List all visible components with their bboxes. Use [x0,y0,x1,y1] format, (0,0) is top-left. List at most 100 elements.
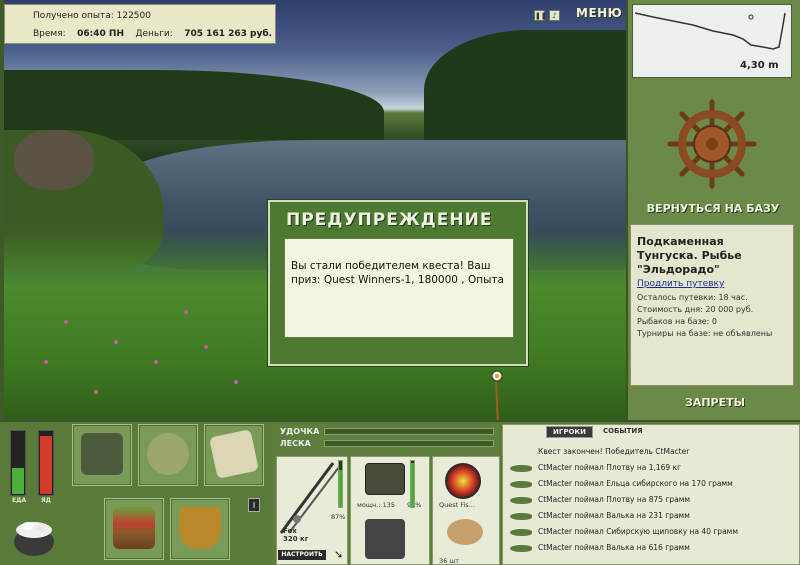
flower [114,340,118,344]
slot-bait-bag[interactable] [138,424,198,486]
food-basket-icon [113,507,155,549]
experience-row: Получено опыта: 122500 [33,11,151,21]
return-to-base-button[interactable]: ВЕРНУТЬСЯ НА БАЗУ [638,202,788,218]
rod-name: Fox [283,527,297,535]
warning-dialog[interactable]: ПРЕДУПРЕЖДЕНИЕ Вы стали победителем квес… [268,200,528,366]
rod-weight: 320 кг [283,535,309,543]
fish-icon [510,513,532,520]
events-tabs: ИГРОКИ СОБЫТИЯ [546,426,649,438]
tournaments-status: Турниры на базе: не объявлены [637,329,773,338]
fishing-float-icon[interactable] [488,368,504,428]
game-root: Получено опыта: 122500 Время: 06:40 ПН Д… [0,0,800,565]
time-money-row: Время: 06:40 ПН Деньги: 705 161 263 руб. [33,29,273,39]
rock [14,130,94,190]
tackle-box-icon [81,433,123,475]
flower [44,360,48,364]
event-item: CtMacter поймал Плотву на 875 грамм [506,492,796,508]
reel-wear-fill [411,462,414,507]
tab-events[interactable]: СОБЫТИЯ [597,426,649,438]
bait-count: 36 шт [439,557,460,565]
money-value: 705 161 263 руб. [184,29,273,39]
base-info-panel: Подкаменная Тунгуска. Рыбье "Эльдорадо" … [630,224,794,386]
tab-players[interactable]: ИГРОКИ [546,426,593,438]
food-meter-fill [12,468,24,494]
line-name: Quest Fis... [439,501,475,509]
line-label: ЛЕСКА [280,439,311,448]
sound-icon[interactable]: ♪ [549,9,560,21]
hook-icon [365,519,405,559]
rod-percent: 87% [331,513,346,521]
poison-label: ЯД [41,497,51,504]
fish-icon [510,465,532,472]
depth-value: 4,30 m [740,60,779,71]
event-item: CtMacter поймал Плотву на 1,169 кг [506,460,796,476]
slot-bucket[interactable] [170,498,230,560]
experience-value: 122500 [116,11,151,21]
slot-tackle-box[interactable] [72,424,132,486]
reel-icon [365,463,405,495]
setup-button[interactable]: НАСТРОИТЬ [278,550,326,560]
rod-wear-meter [338,460,343,508]
event-item: CtMacter поймал Сибирскую щиповку на 40 … [506,524,796,540]
bucket-icon [179,507,221,549]
rod-wear-fill [339,470,342,507]
cooking-pot-icon[interactable] [10,514,58,560]
experience-label: Получено опыта: [33,11,114,21]
forest-hill-right [424,30,626,150]
food-meter [10,430,26,496]
food-label: ЕДА [12,497,27,504]
line-durability-bar [324,440,494,447]
info-icon[interactable]: I [248,498,260,512]
base-title: Подкаменная Тунгуска. Рыбье "Эльдорадо" [637,235,742,276]
reel-wear-meter [410,460,415,508]
fishing-rod-icon [279,462,340,534]
events-list: Квест закончен! Победитель CtMacter CtMac… [506,444,796,556]
line-spool-icon [445,463,481,499]
reel-power: мощн.: 135 [357,501,395,509]
fishermen-count: Рыбаков на базе: 0 [637,317,717,326]
ship-wheel-icon[interactable] [666,98,758,190]
slot-food-basket[interactable] [104,498,164,560]
event-text: CtMacter поймал Валька на 616 грамм [538,543,690,552]
arrow-icon: ➘ [334,548,344,561]
fish-icon [510,545,532,552]
event-text: CtMacter поймал Валька на 231 грамм [538,511,690,520]
bait-bag-icon [147,433,189,475]
event-text: CtMacter поймал Плотву на 1,169 кг [538,463,682,472]
fish-icon [510,529,532,536]
flower [154,360,158,364]
rod-label: УДОЧКА [280,427,320,436]
flower [94,390,98,394]
fish-icon [510,481,532,488]
rod-durability-bar [324,428,494,435]
time-label: Время: [33,29,66,39]
event-item: CtMacter поймал Валька на 616 грамм [506,540,796,556]
money-label: Деньги: [135,29,173,39]
line-slot[interactable]: Quest Fis... 36 шт [432,456,500,565]
pause-icon[interactable]: ❚❚ [534,9,547,21]
event-text: CtMacter поймал Плотву на 875 грамм [538,495,691,504]
event-item: Квест закончен! Победитель CtMacter [506,444,796,460]
notes-icon [209,429,259,479]
event-item: CtMacter поймал Ельца сибирского на 170 … [506,476,796,492]
trip-remaining: Осталось путевки: 18 час. [637,293,748,302]
time-value: 06:40 ПН [77,29,124,39]
poison-meter-fill [40,436,52,494]
menu-button[interactable]: МЕНЮ [576,6,622,24]
bans-button[interactable]: ЗАПРЕТЫ [640,396,790,412]
event-text: CtMacter поймал Ельца сибирского на 170 … [538,479,733,488]
dialog-message: Вы стали победителем квеста! Ваш приз: Q… [284,238,514,338]
flower [234,380,238,384]
flower [184,310,188,314]
slot-notes[interactable] [204,424,264,486]
dialog-title: ПРЕДУПРЕЖДЕНИЕ [286,210,493,230]
extend-trip-link[interactable]: Продлить путевку [637,279,724,289]
reel-slot[interactable]: мощн.: 135 98% [350,456,430,565]
event-text: CtMacter поймал Сибирскую щиповку на 40 … [538,527,738,536]
fish-icon [510,497,532,504]
bait-icon [447,519,483,545]
top-icons: ❚❚ ♪ [534,8,560,22]
event-item: CtMacter поймал Валька на 231 грамм [506,508,796,524]
day-cost: Стоимость дня: 20 000 руб. [637,305,754,314]
flower [204,345,208,349]
